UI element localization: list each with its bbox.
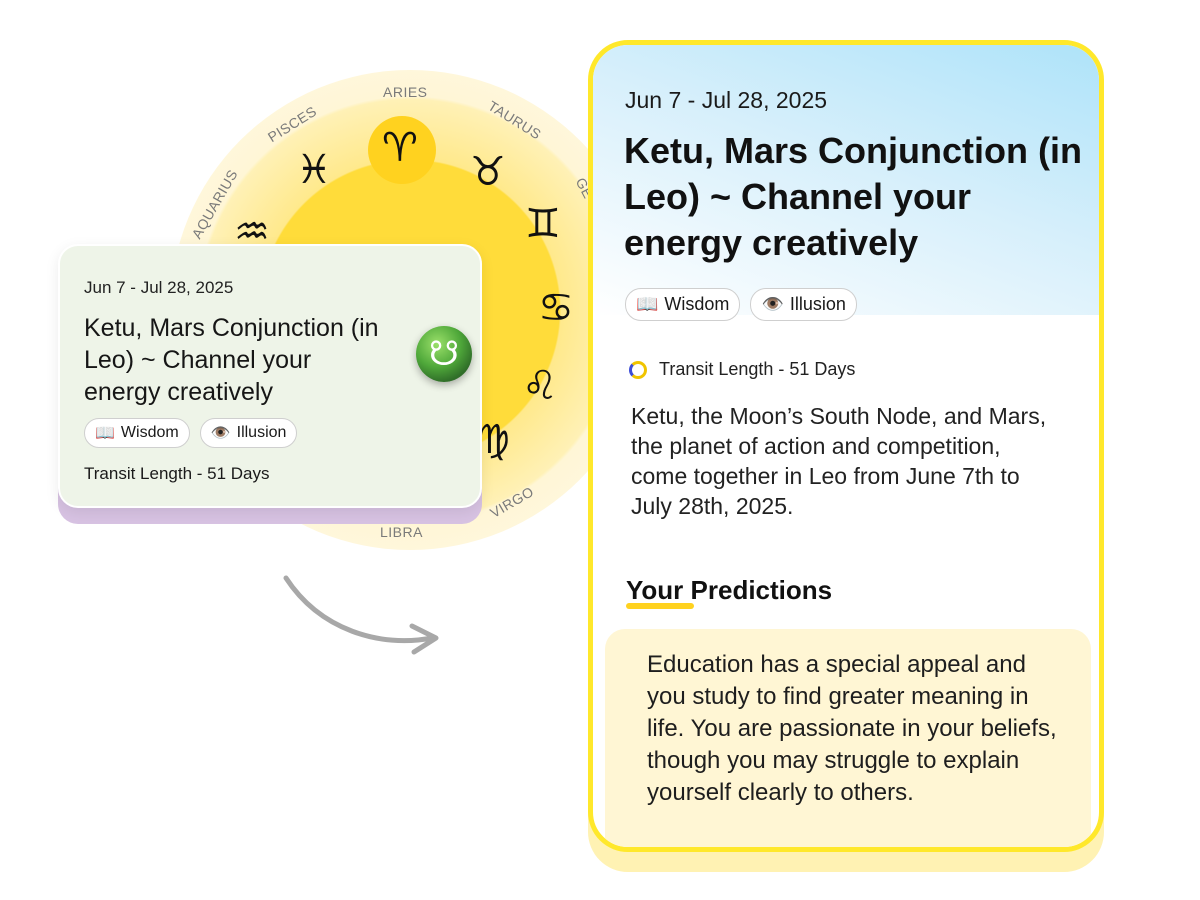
tag-list: 📖 Wisdom 👁️ Illusion bbox=[84, 418, 298, 448]
tag-label: Illusion bbox=[789, 294, 846, 314]
predictions-heading: Your Predictions bbox=[626, 575, 833, 605]
tag-label: Illusion bbox=[236, 424, 287, 441]
book-icon: 📖 bbox=[95, 425, 115, 442]
transit-length: Transit Length - 51 Days bbox=[84, 464, 270, 483]
transit-cycle-icon bbox=[629, 360, 647, 379]
transit-title: Ketu, Mars Conjunction (in Leo) ~ Channe… bbox=[84, 314, 379, 406]
ketu-planet-icon: ☋ bbox=[416, 326, 472, 382]
detail-transit-row: Transit Length - 51 Days bbox=[629, 359, 855, 380]
pisces-icon: ♓ bbox=[296, 147, 332, 193]
curved-arrow-icon bbox=[283, 575, 439, 655]
aries-icon: ♈ bbox=[382, 125, 418, 171]
detail-tag-illusion[interactable]: 👁️ Illusion bbox=[750, 288, 857, 321]
detail-tag-list: 📖 Wisdom 👁️ Illusion bbox=[625, 288, 857, 321]
tag-label: Wisdom bbox=[120, 424, 179, 441]
prediction-text: Education has a special appeal and you s… bbox=[647, 651, 1057, 806]
taurus-icon: ♉ bbox=[470, 149, 506, 195]
sign-name-libra: LIBRA bbox=[380, 524, 423, 540]
tag-wisdom[interactable]: 📖 Wisdom bbox=[84, 418, 190, 448]
prediction-card: Education has a special appeal and you s… bbox=[605, 629, 1091, 847]
detail-transit-length: Transit Length - 51 Days bbox=[659, 359, 856, 379]
detail-tag-wisdom[interactable]: 📖 Wisdom bbox=[625, 288, 741, 321]
eye-icon: 👁️ bbox=[210, 425, 231, 442]
cancer-icon: ♋ bbox=[538, 285, 574, 331]
gemini-icon: ♊ bbox=[525, 201, 561, 247]
transit-card-small[interactable]: Jun 7 - Jul 28, 2025 Ketu, Mars Conjunct… bbox=[58, 244, 482, 508]
ketu-glyph: ☋ bbox=[428, 334, 460, 374]
sign-name-aries: ARIES bbox=[383, 84, 428, 100]
transit-date: Jun 7 - Jul 28, 2025 bbox=[84, 278, 234, 297]
leo-icon: ♌ bbox=[522, 363, 558, 409]
heading-underline bbox=[626, 603, 694, 609]
book-icon: 📖 bbox=[636, 294, 659, 314]
tag-label: Wisdom bbox=[664, 294, 730, 314]
transit-description: Ketu, the Moon’s South Node, and Mars, t… bbox=[631, 403, 1047, 519]
eye-icon: 👁️ bbox=[761, 294, 784, 314]
tag-illusion[interactable]: 👁️ Illusion bbox=[199, 418, 298, 448]
detail-date: Jun 7 - Jul 28, 2025 bbox=[625, 87, 828, 113]
transit-detail-screen: Jun 7 - Jul 28, 2025 Ketu, Mars Conjunct… bbox=[588, 40, 1104, 852]
detail-title: Ketu, Mars Conjunction (in Leo) ~ Channe… bbox=[624, 130, 1082, 263]
